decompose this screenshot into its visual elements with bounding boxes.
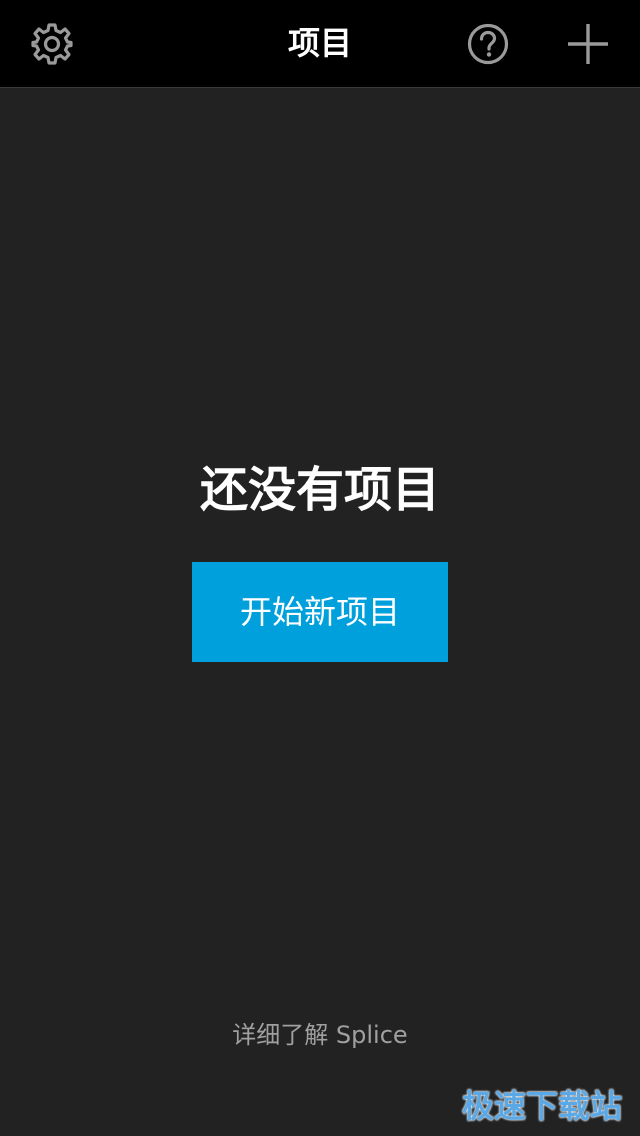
plus-icon [566, 22, 610, 66]
help-button[interactable] [462, 18, 514, 70]
page-title: 项目 [287, 24, 352, 62]
add-project-button[interactable] [562, 18, 614, 70]
projects-screen: 项目 还没有项目 开始新项目 详细了解 Splice 极速下载站 [0, 0, 640, 1136]
learn-more-link[interactable]: 详细了解 Splice [0, 1018, 640, 1052]
help-circle-icon [466, 22, 510, 66]
empty-state-title: 还没有项目 [199, 462, 440, 518]
watermark-text: 极速下载站 [461, 1087, 622, 1125]
top-navigation-bar: 项目 [0, 0, 640, 88]
start-new-project-button[interactable]: 开始新项目 [192, 562, 448, 662]
